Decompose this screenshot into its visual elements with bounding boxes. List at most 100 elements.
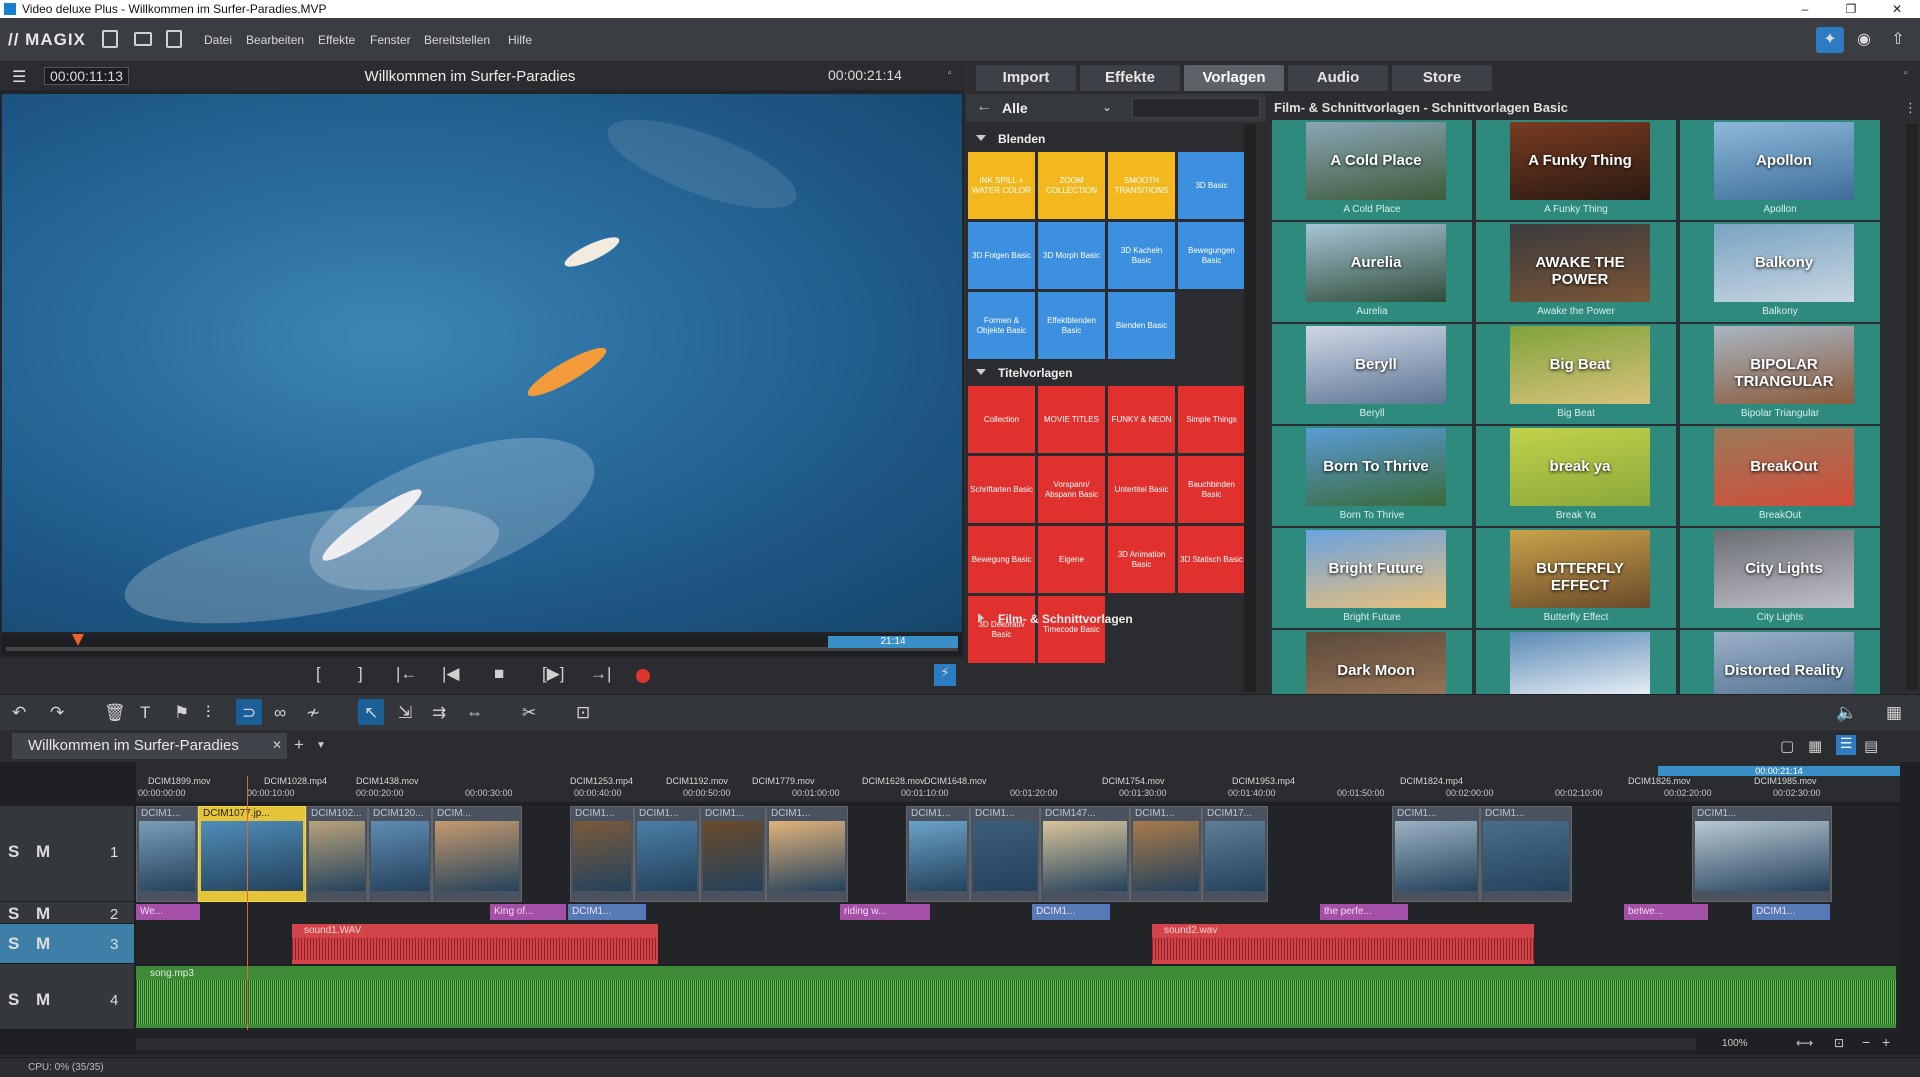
lightning-icon[interactable]: ⚡ [934,664,956,686]
video-clip[interactable]: DCIM17... [1202,806,1268,902]
view-timeline-icon[interactable]: ☰ [1836,735,1856,755]
template-thumbnail[interactable]: Balkony Balkony [1680,222,1880,322]
template-thumbnail[interactable]: BreakOut BreakOut [1680,426,1880,526]
detach-icon[interactable]: ▫ [1904,68,1908,79]
mark-in-button[interactable]: [ [316,664,321,684]
template-thumbnail[interactable]: BIPOLAR TRIANGULAR Bipolar Triangular [1680,324,1880,424]
mark-out-button[interactable]: ] [358,664,363,684]
undo-icon[interactable]: ↶ [12,703,26,723]
video-clip[interactable]: DCIM1... [634,806,700,902]
category-blenden[interactable]: Blenden [966,128,1256,150]
effect-tile[interactable]: Effektblenden Basic [1038,292,1105,359]
menu-fenster[interactable]: Fenster [370,33,411,47]
video-clip[interactable]: DCIM120... [368,806,432,902]
volume-icon[interactable]: 🔈 [1836,703,1857,723]
audio-clip-sound2[interactable]: sound2.wav [1152,924,1534,964]
template-thumbnail[interactable]: Born To Thrive Born To Thrive [1272,426,1472,526]
title-tile[interactable]: Simple Things [1178,386,1245,453]
video-clip[interactable]: DCIM147... [1040,806,1130,902]
video-clip[interactable]: DCIM102... [306,806,368,902]
category-film[interactable]: Film- & Schnittvorlagen [966,608,1256,630]
unlink-icon[interactable]: ≁ [306,703,320,723]
video-clip[interactable]: DCIM... [432,806,522,902]
video-clip[interactable]: DCIM1... [1130,806,1202,902]
track-solo-mute[interactable]: S M [8,990,56,1010]
new-file-icon[interactable] [102,30,118,48]
delete-icon[interactable]: 🗑 [104,703,126,723]
effect-tile[interactable]: 3D Folgen Basic [968,222,1035,289]
more-options-icon[interactable]: ⋮ [1904,100,1917,116]
title-icon[interactable]: T [140,703,150,723]
open-folder-icon[interactable] [134,32,152,46]
effect-tile[interactable]: ZOOM COLLECTION [1038,152,1105,219]
template-scrollbar[interactable] [1906,124,1918,690]
track-solo-mute[interactable]: S M [8,904,56,924]
video-clip[interactable]: DCIM1077.jp... [198,806,306,902]
template-thumbnail[interactable]: Bright Future Bright Future [1272,528,1472,628]
select-all-icon[interactable]: ⇉ [432,703,446,723]
video-clip[interactable]: DCIM1... [136,806,198,902]
close-tab-icon[interactable]: ✕ [272,738,282,752]
title-clip[interactable]: riding w... [840,904,930,920]
effect-tile[interactable]: 3D Kacheln Basic [1108,222,1175,289]
link-icon[interactable]: ∞ [274,703,286,723]
zoom-out-icon[interactable]: − [1862,1034,1870,1050]
menu-datei[interactable]: Datei [204,33,232,47]
category-titelvorlagen[interactable]: Titelvorlagen [966,362,1256,384]
marker-icon[interactable]: ⚑ [174,703,189,723]
play-button[interactable]: [▶] [542,664,565,684]
video-clip[interactable]: DCIM1... [906,806,970,902]
prev-frame-button[interactable]: |◀ [442,664,460,684]
filter-dropdown[interactable]: Alle [1002,100,1028,116]
stop-button[interactable]: ■ [494,664,504,684]
tab-store[interactable]: Store [1392,65,1492,91]
effect-tile[interactable]: 3D Basic [1178,152,1245,219]
category-scrollbar[interactable] [1244,124,1256,692]
video-clip[interactable]: DCIM1... [766,806,848,902]
playhead-marker[interactable] [72,634,84,646]
select-track-icon[interactable]: ⇲ [398,703,412,723]
detach-icon[interactable]: ▫ [948,68,952,79]
video-clip[interactable]: DCIM1... [970,806,1040,902]
fit-all-icon[interactable]: ⊡ [1834,1036,1844,1050]
go-start-button[interactable]: |← [396,664,417,684]
template-thumbnail[interactable]: break ya Break Ya [1476,426,1676,526]
pointer-icon[interactable]: ↖ [364,703,378,723]
view-storyboard-icon[interactable]: ▦ [1808,737,1822,755]
menu-bearbeiten[interactable]: Bearbeiten [246,33,304,47]
template-thumbnail[interactable]: Big Beat Big Beat [1476,324,1676,424]
back-arrow-icon[interactable]: ← [976,98,992,116]
preview-scrubber[interactable]: 21:14 [2,634,962,656]
timeline-playhead[interactable] [247,776,248,1030]
video-clip[interactable]: DCIM1... [1480,806,1572,902]
effect-tile[interactable]: 3D Morph Basic [1038,222,1105,289]
video-clip[interactable]: DCIM1... [570,806,634,902]
fit-width-icon[interactable]: ⟷ [1796,1036,1813,1050]
tab-audio[interactable]: Audio [1288,65,1388,91]
loop-icon[interactable]: ⊃ [242,703,256,723]
maximize-button[interactable]: ❐ [1828,0,1874,18]
help-icon[interactable]: ◉ [1850,27,1878,53]
scissors-icon[interactable]: ✂ [522,703,536,723]
template-thumbnail[interactable]: City Lights City Lights [1680,528,1880,628]
save-icon[interactable] [166,30,182,48]
title-tile[interactable]: Bauchbinden Basic [1178,456,1245,523]
title-clip[interactable]: betwe... [1624,904,1708,920]
effect-tile[interactable]: Formen & Objekte Basic [968,292,1035,359]
audio-clip-sound1[interactable]: sound1.WAV [292,924,658,964]
template-thumbnail[interactable]: BUTTERFLY EFFECT Butterfly Effect [1476,528,1676,628]
view-multicam-icon[interactable]: ▤ [1864,737,1878,755]
stretch-icon[interactable]: ⇔ [466,703,483,723]
effect-tile[interactable]: INK SPILL + WATER COLOR [968,152,1035,219]
video-clip[interactable]: DCIM1... [1392,806,1480,902]
title-clip[interactable]: We... [136,904,200,920]
track-solo-mute[interactable]: S M [8,842,56,862]
video-clip[interactable]: DCIM1... [700,806,766,902]
title-clip[interactable]: DCIM1... [568,904,646,920]
view-single-icon[interactable]: ▢ [1780,737,1794,755]
title-tile[interactable]: Untertitel Basic [1108,456,1175,523]
chevron-down-icon[interactable]: ⌄ [1102,100,1112,114]
title-clip[interactable]: DCIM1... [1032,904,1110,920]
export-frame-icon[interactable]: ⊡ [576,703,590,723]
mixer-icon[interactable]: ▦ [1886,703,1902,723]
